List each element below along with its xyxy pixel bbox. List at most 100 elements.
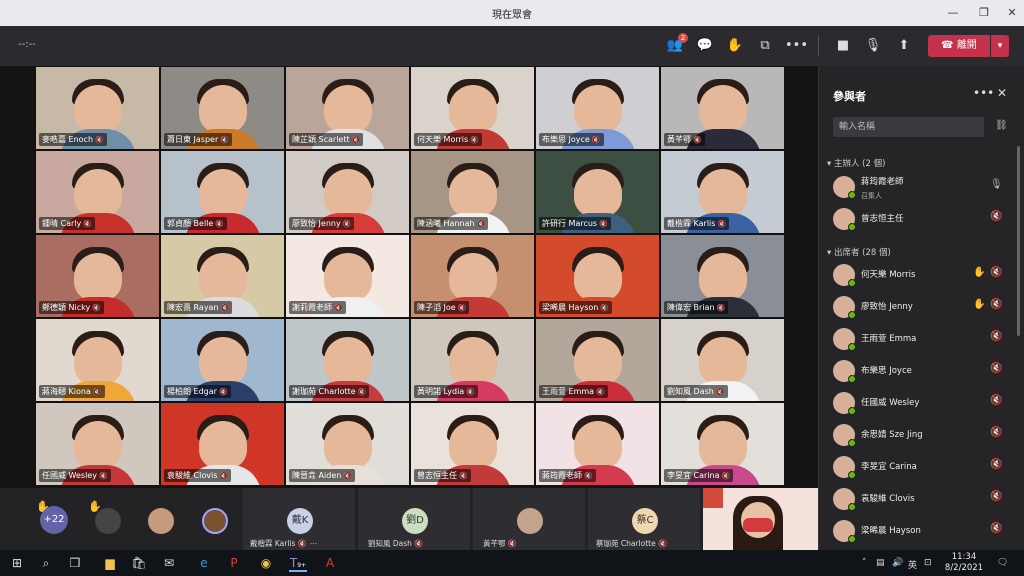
video-tile[interactable]: 蔣筠霞老師 🔇 (535, 402, 660, 486)
panel-more-button[interactable]: ••• (973, 86, 994, 100)
video-tile[interactable]: 謝珈苑 Charlotte 🔇 (285, 318, 410, 402)
mic-off-icon[interactable]: 🔇 (990, 299, 1002, 310)
input-language[interactable]: 英 (908, 558, 917, 571)
video-tile[interactable]: 鍾晴 Carly 🔇 (35, 150, 160, 234)
participant-name: 布樂思 Joyce (861, 366, 912, 376)
camera-button[interactable]: ■ (832, 35, 854, 57)
person-face (74, 337, 122, 385)
window-title: 現在眾會 (492, 10, 532, 21)
more-participants-button[interactable]: +22 (40, 506, 68, 534)
participant-row[interactable]: 廖致怡 Jenny ✋ 🔇 (819, 292, 1019, 322)
store-button[interactable]: 🛍 (130, 554, 148, 572)
video-tile[interactable]: 戴楷霖 Karlis 🔇 (660, 150, 785, 234)
share-screen-button[interactable]: ⬆ (893, 35, 915, 57)
self-preview[interactable] (703, 488, 818, 550)
share-invite-button[interactable]: ⛓ (995, 120, 1008, 131)
video-tile[interactable]: 任國威 Wesley 🔇 (35, 402, 160, 486)
video-tile[interactable]: 劉知風 Dash 🔇 (660, 318, 785, 402)
video-tile[interactable]: 楊柏朗 Edgar 🔇 (160, 318, 285, 402)
video-tile[interactable]: 布樂思 Joyce 🔇 (535, 66, 660, 150)
mic-off-icon[interactable]: 🔇 (990, 459, 1002, 470)
video-tile[interactable]: 蔣海翹 Kiona 🔇 (35, 318, 160, 402)
leave-dropdown-button[interactable]: ▾ (991, 35, 1009, 57)
leave-button[interactable]: ☎ 離開 (928, 35, 990, 57)
video-tile[interactable]: 何天樂 Morris 🔇 (410, 66, 535, 150)
participant-row[interactable]: 蔣筠霞老師 召集人 🎙 (819, 172, 1019, 202)
microphone-icon[interactable]: 🎙 (990, 179, 1003, 190)
restore-button[interactable]: ❐ (975, 4, 993, 22)
mic-off-icon[interactable]: 🔇 (990, 211, 1002, 222)
video-tile[interactable]: 謝莉霞老師 🔇 (285, 234, 410, 318)
start-button[interactable]: ⊞ (8, 554, 26, 572)
video-tile[interactable]: 陳涵曦 Hannah 🔇 (410, 150, 535, 234)
chat-button[interactable]: 💬 (694, 35, 716, 57)
participants-button[interactable]: 👥 2 (664, 33, 688, 57)
mic-off-icon[interactable]: 🔇 (990, 395, 1002, 406)
system-clock[interactable]: 11:34 8/2/2021 (944, 552, 984, 574)
mic-off-icon: 🔇 (721, 472, 731, 480)
ime-icon[interactable]: ⊡ (924, 558, 932, 568)
participant-search-input[interactable] (833, 117, 984, 137)
more-actions-button[interactable]: ••• (785, 35, 808, 57)
participant-row[interactable]: 余思婧 Sze Jing 🔇 (819, 420, 1019, 450)
participant-thumb[interactable] (95, 508, 121, 534)
participant-thumb-speaking[interactable] (202, 508, 228, 534)
participant-row[interactable]: 袁駿維 Clovis 🔇 (819, 484, 1019, 514)
mic-off-icon[interactable]: 🔇 (990, 363, 1002, 374)
participant-row[interactable]: 李旻宜 Carina 🔇 (819, 452, 1019, 482)
panel-close-button[interactable]: ✕ (997, 86, 1007, 100)
mic-off-icon[interactable]: 🔇 (990, 267, 1002, 278)
network-icon[interactable]: ▤ (876, 558, 885, 568)
file-explorer-button[interactable]: ▆ (101, 554, 119, 572)
video-tile[interactable]: 陳子滔 Joe 🔇 (410, 234, 535, 318)
participant-row[interactable]: 任國威 Wesley 🔇 (819, 388, 1019, 418)
mic-off-icon[interactable]: 🔇 (990, 491, 1002, 502)
participant-row[interactable]: 曾志恒主任 🔇 (819, 204, 1019, 234)
acrobat-button[interactable]: A (321, 554, 339, 572)
video-tile[interactable]: 許研行 Marcus 🔇 (535, 150, 660, 234)
tray-up-arrow[interactable]: ˄ (862, 558, 867, 568)
minimize-button[interactable]: — (944, 4, 962, 22)
chrome-button[interactable]: ◉ (257, 554, 275, 572)
video-tile[interactable]: 王雨萱 Emma 🔇 (535, 318, 660, 402)
video-tile[interactable]: 陳宏熹 Rayan 🔇 (160, 234, 285, 318)
rooms-button[interactable]: ⧉ (754, 35, 776, 57)
tile-name-label: 蔣筠霞老師 🔇 (539, 469, 596, 482)
task-view-button[interactable]: ❒ (66, 554, 84, 572)
participant-row[interactable]: 王雨萱 Emma 🔇 (819, 324, 1019, 354)
mail-button[interactable]: ✉ (160, 554, 178, 572)
video-tile[interactable]: 袁駿維 Clovis 🔇 (160, 402, 285, 486)
participant-row[interactable]: 布樂思 Joyce 🔇 (819, 356, 1019, 386)
video-tile[interactable]: 鄭德穎 Nicky 🔇 (35, 234, 160, 318)
participant-row[interactable]: 何天樂 Morris ✋ 🔇 (819, 260, 1019, 290)
video-tile[interactable]: 曾志恒主任 🔇 (410, 402, 535, 486)
participant-thumb[interactable] (148, 508, 174, 534)
mic-off-icon[interactable]: 🔇 (990, 427, 1002, 438)
decor-lantern (703, 488, 723, 508)
raise-hand-button[interactable]: ✋ (724, 35, 746, 57)
video-tile[interactable]: 陳晉垚 Aiden 🔇 (285, 402, 410, 486)
volume-icon[interactable]: 🔊 (892, 558, 903, 568)
video-tile[interactable]: 郭貞顏 Belle 🔇 (160, 150, 285, 234)
video-tile[interactable]: 黃明諾 Lydia 🔇 (410, 318, 535, 402)
attendees-section-toggle[interactable]: ▾ 出席者 (28 個) (827, 246, 891, 258)
notifications-icon[interactable]: 🗨 (997, 558, 1008, 568)
mic-off-icon[interactable]: 🔇 (990, 331, 1002, 342)
powerpoint-button[interactable]: P (225, 554, 243, 572)
mic-off-icon[interactable]: 🔇 (990, 523, 1002, 534)
video-tile[interactable]: 黃芊鄂 🔇 (660, 66, 785, 150)
edge-button[interactable]: e (195, 554, 213, 572)
video-tile[interactable]: 廖致怡 Jenny 🔇 (285, 150, 410, 234)
teams-button[interactable]: T9+ (289, 554, 307, 572)
participant-row[interactable]: 梁晞晨 Hayson 🔇 (819, 516, 1019, 546)
video-tile[interactable]: 蕭日東 Jasper 🔇 (160, 66, 285, 150)
search-button[interactable]: ⌕ (37, 554, 55, 572)
video-tile[interactable]: 陳芷穎 Scarlett 🔇 (285, 66, 410, 150)
video-tile[interactable]: 麥晧嘉 Enoch 🔇 (35, 66, 160, 150)
mic-button[interactable]: 🎙 (862, 35, 884, 57)
video-tile[interactable]: 梁晞晨 Hayson 🔇 (535, 234, 660, 318)
close-window-button[interactable]: ✕ (1003, 4, 1021, 22)
organizers-section-toggle[interactable]: ▾ 主辦人 (2 個) (827, 157, 885, 169)
video-tile[interactable]: 陳偉宏 Brian 🔇 (660, 234, 785, 318)
video-tile[interactable]: 李旻宜 Carina 🔇 (660, 402, 785, 486)
